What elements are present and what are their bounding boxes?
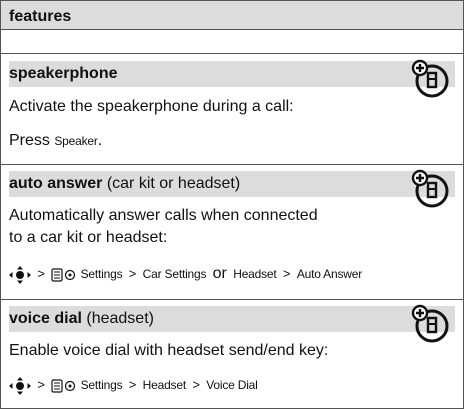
section-title: voice dial (headset) [9,306,455,332]
section-voice-dial: voice dial (headset) Enable voice dial w… [1,299,463,408]
feature-table: features speakerphone Activate the speak… [0,0,464,409]
section-speakerphone: speakerphone Activate the speakerphone d… [1,53,463,163]
settings-icon [51,268,76,282]
section-action: Press Speaker. [9,132,103,149]
network-feature-icon [411,304,449,343]
header-title: features [9,8,72,25]
table-header: features [1,1,463,30]
menu-path: > Settings > Headset > Voice Dial [9,374,258,396]
speaker-key-label: Speaker [54,134,98,148]
section-description-line2: to a car kit or headset: [9,229,168,246]
settings-icon [51,379,76,393]
network-feature-icon [411,169,449,208]
menu-path: > Settings > Car Settings or Headset > A… [9,263,362,285]
section-auto-answer: auto answer (car kit or headset) Automat… [1,164,463,299]
network-feature-icon [411,59,449,98]
nav-key-icon [9,265,31,284]
nav-key-icon [9,376,31,395]
section-description-line1: Automatically answer calls when connecte… [9,207,318,224]
section-description: Activate the speakerphone during a call: [9,98,294,115]
section-title: auto answer (car kit or headset) [9,171,455,197]
section-description: Enable voice dial with headset send/end … [9,342,329,359]
section-title: speakerphone [9,61,455,87]
